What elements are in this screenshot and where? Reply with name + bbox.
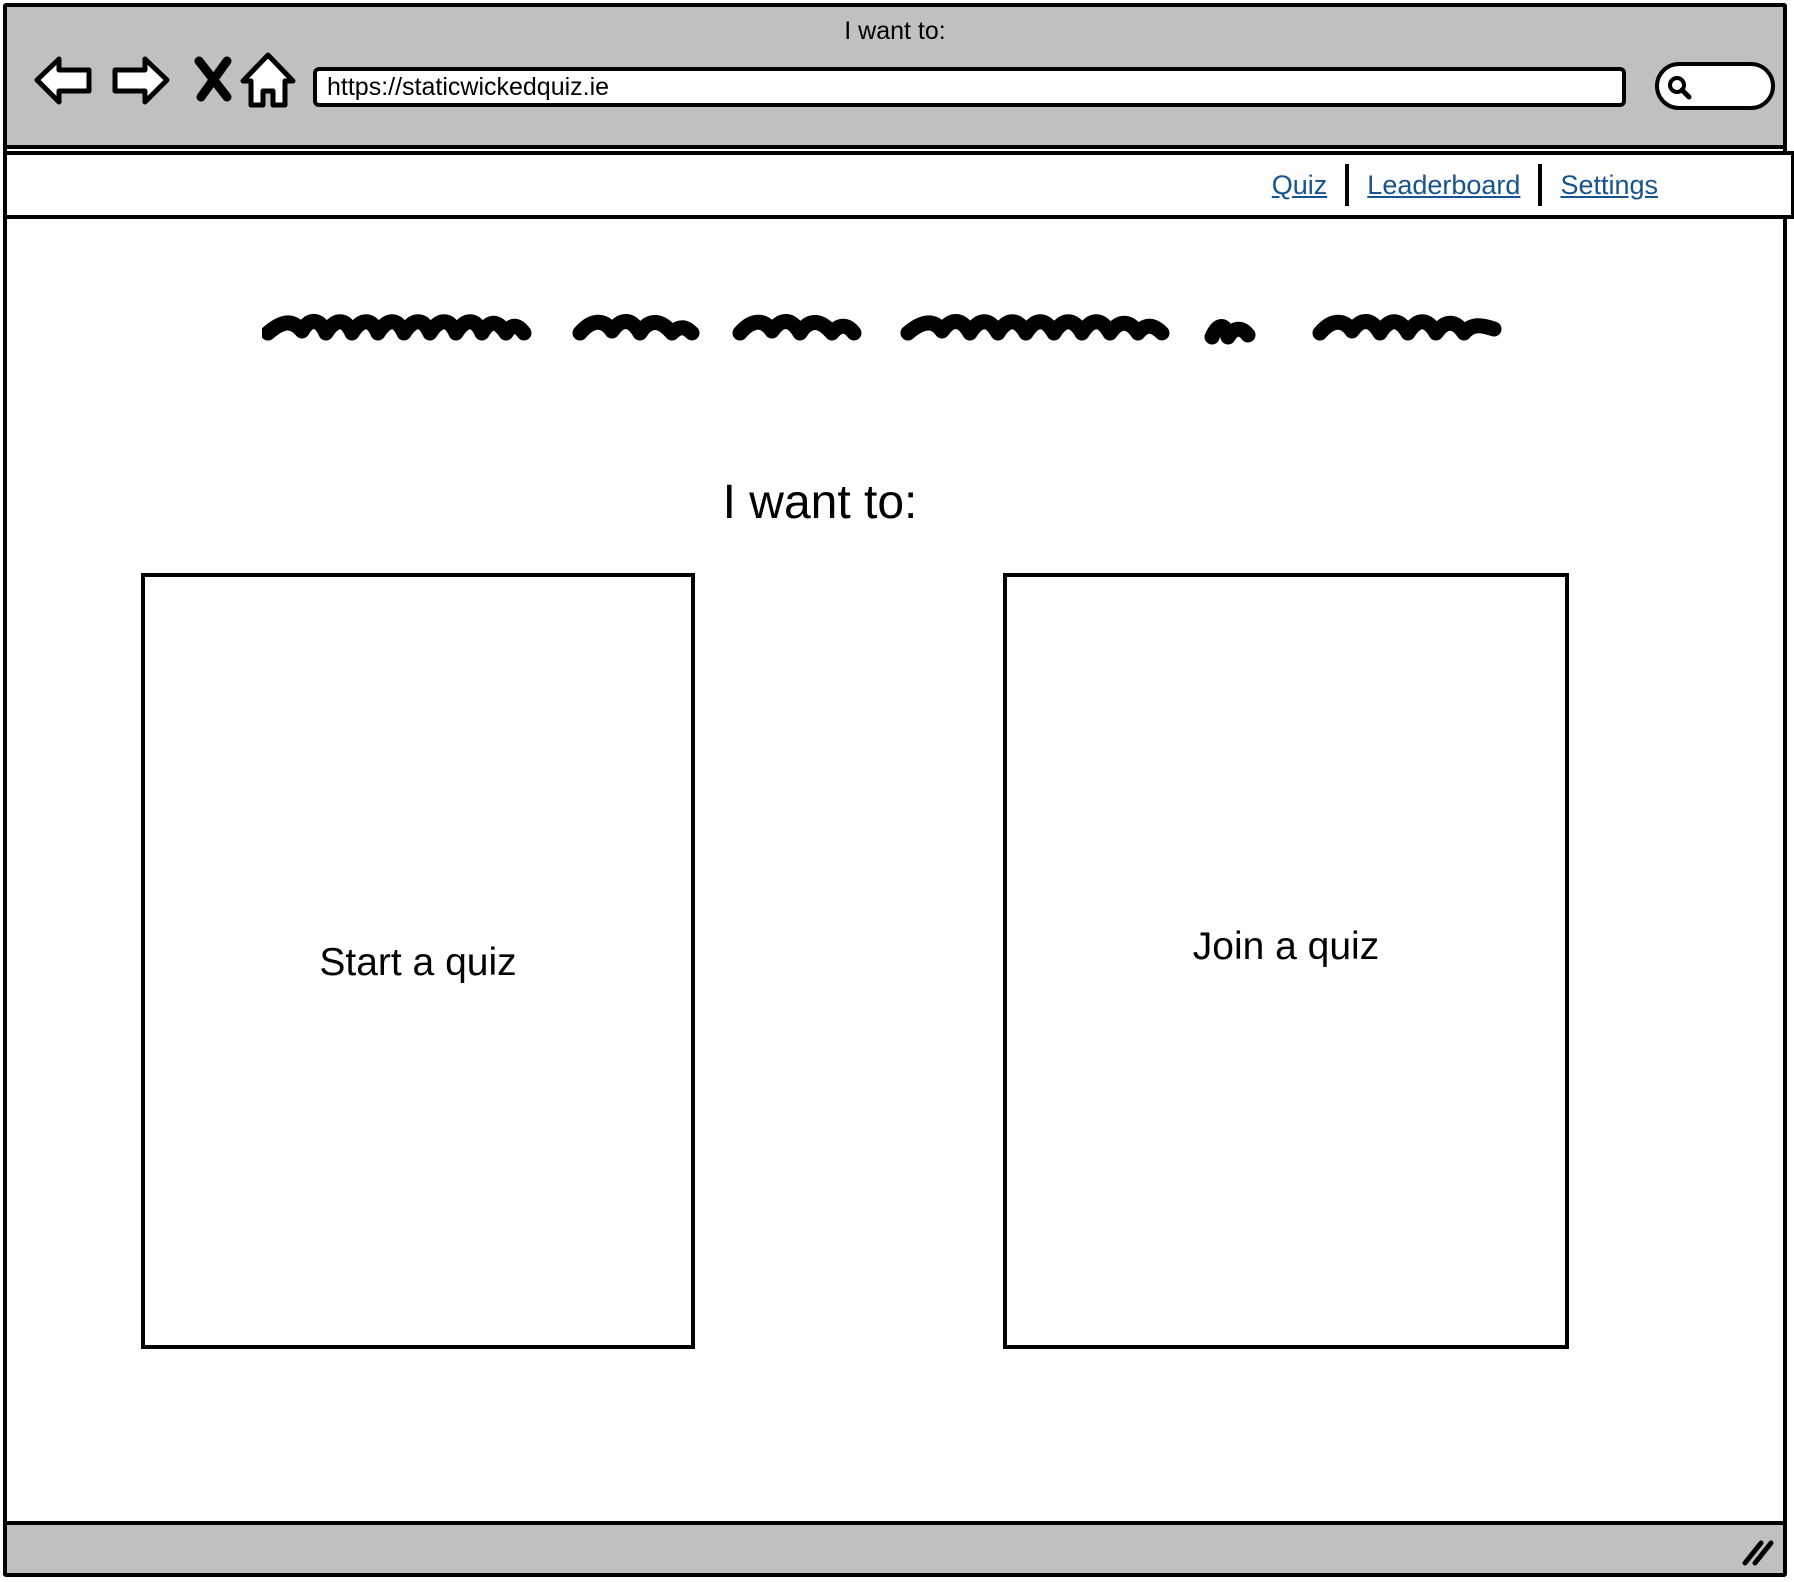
forward-arrow-icon[interactable] — [107, 47, 173, 113]
browser-search-input[interactable] — [1655, 62, 1775, 110]
nav-link-leaderboard[interactable]: Leaderboard — [1349, 170, 1538, 201]
url-input[interactable]: https://staticwickedquiz.ie — [313, 67, 1626, 107]
browser-titlebar: I want to: https://staticwickedquiz.ie — [7, 7, 1783, 149]
nav-menubar: Quiz Leaderboard Settings — [3, 151, 1794, 219]
window-title: I want to: — [844, 17, 946, 45]
headline-scribble — [262, 314, 1502, 345]
start-quiz-card[interactable]: Start a quiz — [141, 573, 695, 1349]
section-heading: I want to: — [722, 476, 918, 529]
home-icon[interactable] — [235, 47, 301, 113]
start-quiz-label: Start a quiz — [319, 941, 517, 984]
nav-link-quiz[interactable]: Quiz — [1254, 170, 1346, 201]
browser-statusbar — [7, 1521, 1783, 1573]
back-arrow-icon[interactable] — [31, 47, 97, 113]
join-quiz-label: Join a quiz — [1192, 925, 1380, 968]
resize-handle-icon[interactable] — [1739, 1537, 1775, 1567]
nav-menu: Quiz Leaderboard Settings — [1254, 155, 1676, 215]
join-quiz-card[interactable]: Join a quiz — [1003, 573, 1569, 1349]
browser-window: I want to: https://staticwickedquiz.ie Q… — [3, 3, 1794, 1577]
nav-link-settings[interactable]: Settings — [1542, 170, 1676, 201]
search-icon — [1668, 76, 1692, 100]
